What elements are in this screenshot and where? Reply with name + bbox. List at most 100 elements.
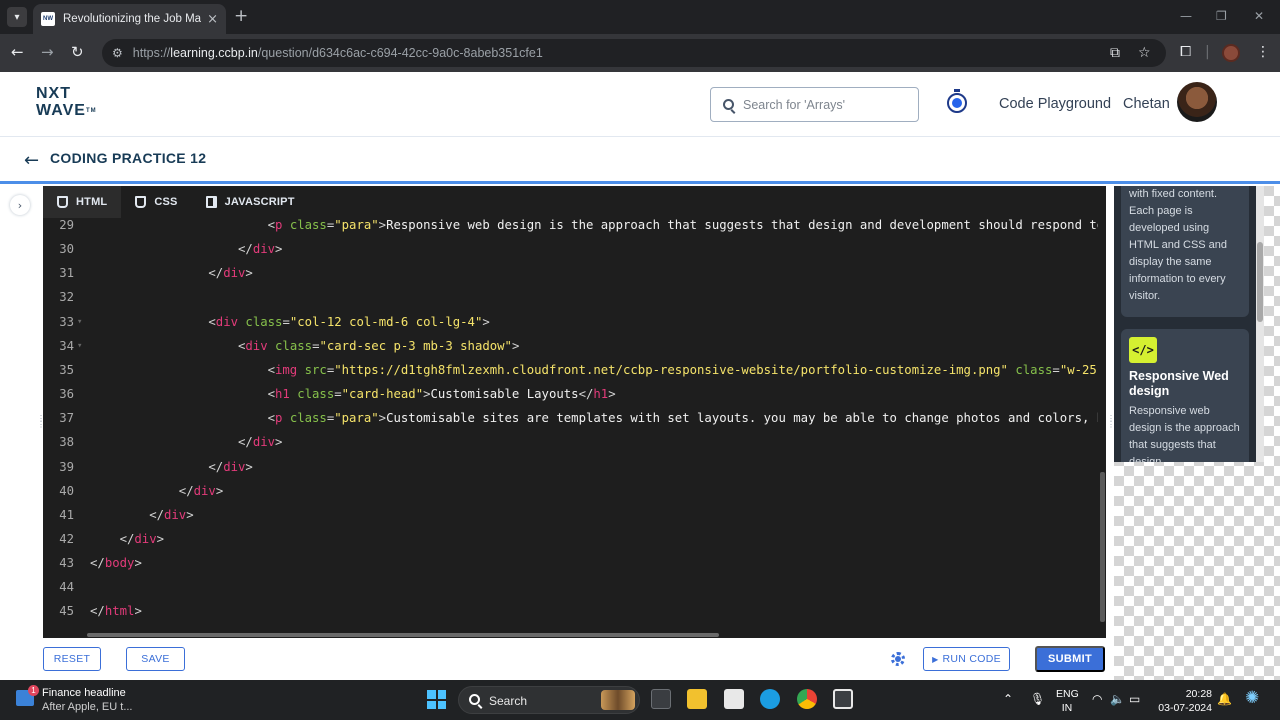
close-window-icon[interactable]: ✕ [1254,9,1264,23]
new-tab-button[interactable]: + [234,6,248,26]
code-line[interactable]: 32 [43,285,1106,309]
editor-horizontal-scroll-thumb[interactable] [87,633,719,637]
maximize-icon[interactable]: ❐ [1216,9,1227,23]
taskbar-search[interactable]: Search [458,686,640,714]
snipping-tool-icon[interactable] [833,689,853,709]
code-line[interactable]: 43 </body> [43,551,1106,575]
code-playground-link[interactable]: Code Playground [999,96,1111,112]
line-number: 31 [59,266,74,281]
code-line[interactable]: 38 </div> [43,430,1106,454]
url-text: https://learning.ccbp.in/question/d634c6… [132,46,543,60]
code-text: <img src="https://d1tgh8fmlzexmh.cloudfr… [267,362,1105,377]
editor-vertical-scroll-thumb[interactable] [1100,472,1105,622]
line-number: 30 [59,242,74,257]
user-avatar[interactable] [1177,82,1217,122]
back-icon[interactable]: ← [11,43,24,61]
battery-icon[interactable]: ▭ [1129,692,1140,706]
windows-start-icon[interactable] [427,690,446,709]
code-line[interactable]: 44 [43,575,1106,599]
search-highlight-icon [601,690,635,710]
chrome-browser-icon[interactable] [797,689,817,709]
tab-javascript[interactable]: JAVASCRIPT [192,186,309,218]
tab-css[interactable]: CSS [121,186,191,218]
line-number: 37 [59,411,74,426]
wifi-icon[interactable]: ◠ [1092,692,1102,706]
minimize-icon[interactable]: — [1180,9,1192,23]
language-indicator[interactable]: ENG [1056,688,1079,700]
expand-panel-icon[interactable]: › [10,195,30,215]
preview-scroll-thumb[interactable] [1257,242,1263,322]
volume-icon[interactable]: 🔈 [1110,692,1125,706]
code-line[interactable]: 31 </div> [43,261,1106,285]
notification-bell-icon[interactable]: 🔔 [1217,692,1232,706]
clock-time[interactable]: 20:28 [1150,688,1212,700]
browser-menu-icon[interactable]: ⋮ [1256,44,1270,60]
code-text: <p class="para">Customisable sites are t… [267,411,1105,426]
line-number: 41 [59,507,74,522]
code-text: </div> [208,459,253,474]
submit-button[interactable]: SUBMIT [1035,646,1105,672]
editor-tabs: HTML CSS JAVASCRIPT [43,186,1106,218]
fold-toggle-icon[interactable]: ▾ [77,334,82,358]
code-line[interactable]: 30 </div> [43,237,1106,261]
preview-card-title: Responsive Wed design [1129,369,1229,398]
line-number: 43 [59,556,74,571]
task-view-icon[interactable] [651,689,671,709]
code-text: </div> [178,483,224,498]
code-line[interactable]: 35 <img src="https://d1tgh8fmlzexmh.cloud… [43,358,1106,382]
code-line[interactable]: 41 </div> [43,503,1106,527]
code-line[interactable]: 39 </div> [43,455,1106,479]
search-icon [469,694,480,705]
microphone-icon[interactable]: 🎙 [1030,692,1045,706]
code-line[interactable]: 40 </div> [43,479,1106,503]
fold-toggle-icon[interactable]: ▾ [77,310,82,334]
search-input[interactable] [743,97,903,112]
run-code-button[interactable]: ▶ RUN CODE [923,647,1010,671]
reset-button[interactable]: RESET [43,647,101,671]
install-app-icon[interactable]: ⧉ [1110,45,1120,61]
site-info-icon[interactable]: ⚙ [112,46,123,60]
reload-icon[interactable]: ↻ [71,43,84,61]
code-line[interactable]: 37 <p class="para">Customisable sites are… [43,406,1106,430]
back-arrow-icon[interactable]: ← [24,150,39,171]
code-text: </div> [208,266,253,281]
extensions-icon[interactable]: ⧠ [1180,44,1191,60]
bookmark-star-icon[interactable]: ☆ [1138,45,1151,61]
settings-gear-icon[interactable] [891,652,905,666]
microsoft-store-icon[interactable] [724,689,744,709]
preview-content[interactable]: with fixed content. Each page is develop… [1114,186,1256,462]
code-line[interactable]: 42 </div> [43,527,1106,551]
app-header: NXT WAVETM Code Playground Chetan [0,72,1280,137]
code-text: </div> [149,507,194,522]
tab-search-icon[interactable]: ▾ [7,7,27,27]
file-explorer-icon[interactable] [687,689,707,709]
browser-tab[interactable]: NW Revolutionizing the Job Market × [33,4,226,34]
search-box[interactable] [710,87,919,122]
code-area[interactable]: 29 <p class="para">Responsive web design … [43,213,1106,631]
tab-html[interactable]: HTML [43,186,122,218]
nxtwave-favicon-icon: NW [41,12,55,26]
region-indicator[interactable]: IN [1056,702,1078,714]
show-hidden-icons-icon[interactable]: ⌃ [1003,692,1013,706]
clock-date[interactable]: 03-07-2024 [1148,702,1212,714]
profile-avatar-icon[interactable] [1222,44,1240,62]
news-headline[interactable]: Finance headline [42,687,126,699]
timer-icon[interactable] [947,89,967,113]
code-line[interactable]: 33 ▾ <div class="col-12 col-md-6 col-lg-4"… [43,310,1106,334]
save-button[interactable]: SAVE [126,647,185,671]
line-number: 45 [59,604,74,619]
code-line[interactable]: 34 ▾ <div class="card-sec p-3 mb-3 shadow"… [43,334,1106,358]
forward-icon[interactable]: → [41,43,54,61]
nxtwave-logo[interactable]: NXT WAVETM [36,86,106,122]
code-line[interactable]: 45 </html> [43,599,1106,623]
address-bar[interactable]: ⚙ https://learning.ccbp.in/question/d634… [102,39,1166,67]
tab-close-icon[interactable]: × [207,12,218,27]
user-name[interactable]: Chetan [1123,96,1170,112]
code-line[interactable]: 36 <h1 class="card-head">Customisable Lay… [43,382,1106,406]
code-editor[interactable]: 29 <p class="para">Responsive web design … [43,186,1106,638]
line-number: 32 [59,290,74,305]
preview-scrollbar[interactable] [1256,186,1264,462]
news-subtitle[interactable]: After Apple, EU t... [42,701,133,713]
copilot-icon[interactable]: ✺ [1245,688,1259,708]
edge-browser-icon[interactable] [760,689,780,709]
